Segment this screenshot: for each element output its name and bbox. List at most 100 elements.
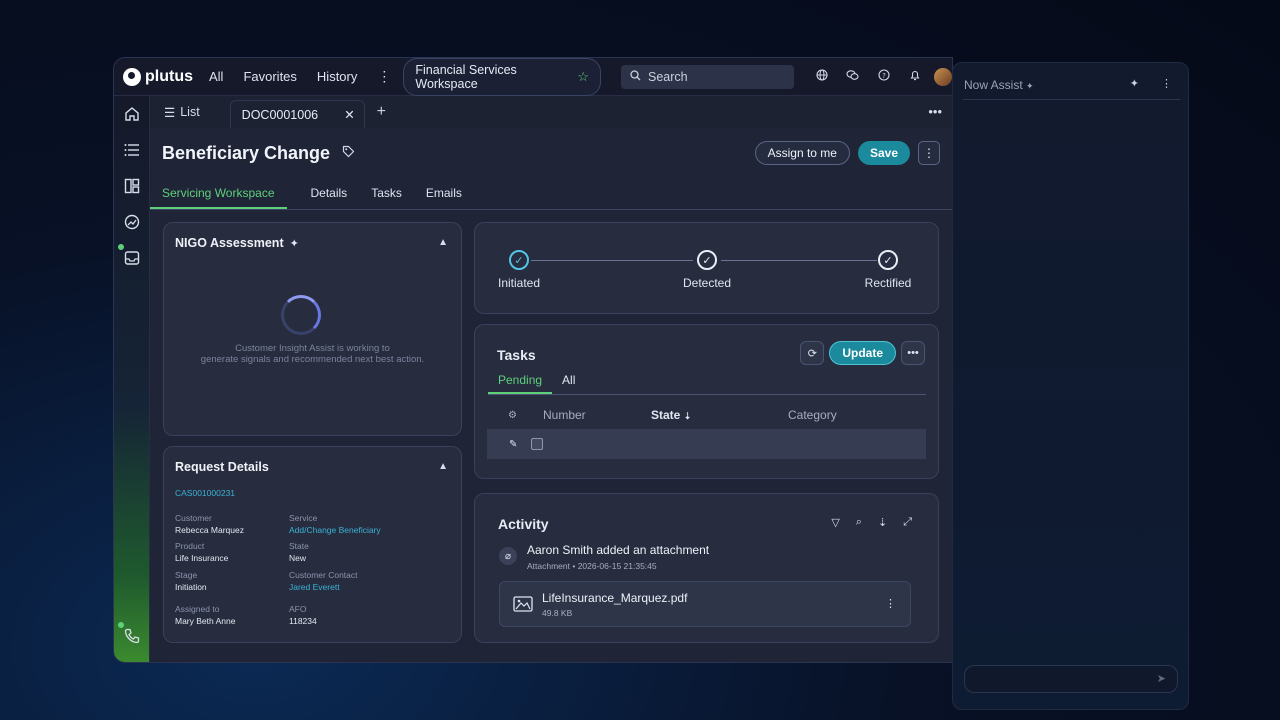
chat-icon[interactable] <box>837 69 868 84</box>
paperclip-icon: ⌀ <box>499 547 517 565</box>
column-state[interactable]: State ⇣ <box>651 408 788 422</box>
nav-favorites[interactable]: Favorites <box>243 69 296 84</box>
record-more-button[interactable]: ⋮ <box>918 141 940 165</box>
main-app-window: plutus All Favorites History ⋮ Financial… <box>113 57 953 663</box>
field-label: AFO <box>289 604 307 614</box>
tab-pending[interactable]: Pending <box>488 373 553 394</box>
field-value: 118234 <box>289 616 317 626</box>
step-initiated: ✓ Initiated <box>496 250 542 290</box>
tab-list[interactable]: ☰ List <box>164 105 200 120</box>
now-assist-title: Now Assist <box>964 78 1023 92</box>
nigo-title: NIGO Assessment <box>175 236 284 250</box>
nigo-status-message: Customer Insight Assist is working to ge… <box>184 343 441 365</box>
case-progress-card: ✓ Initiated ✓ Detected ✓ Rectified <box>474 222 939 314</box>
field-value: Mary Beth Anne <box>175 616 236 626</box>
column-category[interactable]: Category <box>788 408 837 422</box>
tab-servicing-workspace[interactable]: Servicing Workspace <box>150 186 287 209</box>
edit-icon[interactable]: ✎ <box>509 439 517 450</box>
tab-all[interactable]: All <box>552 373 585 394</box>
tab-emails[interactable]: Emails <box>426 186 462 209</box>
save-button[interactable]: Save <box>857 141 910 165</box>
search-placeholder: Search <box>648 69 688 84</box>
tab-details[interactable]: Details <box>311 186 348 209</box>
assign-to-me-button[interactable]: Assign to me <box>754 141 850 165</box>
tasks-more-button[interactable]: ••• <box>901 341 925 365</box>
assist-chat-input[interactable]: ➤ <box>964 665 1178 693</box>
update-button[interactable]: Update <box>829 341 896 365</box>
sort-desc-icon: ⇣ <box>683 411 692 421</box>
field-state: State New <box>289 540 309 564</box>
field-afo: AFO 118234 <box>289 603 317 627</box>
tab-doc[interactable]: DOC0001006 ✕ <box>229 100 365 128</box>
expand-icon[interactable]: ⤢ <box>903 516 912 529</box>
home-icon[interactable] <box>122 104 142 124</box>
collapse-chevron-icon[interactable]: ▲ <box>438 237 448 248</box>
activity-title: Activity <box>498 516 549 532</box>
bell-icon[interactable] <box>899 69 930 84</box>
sparkle-icon: ✦ <box>289 237 299 250</box>
activity-entry-text: Aaron Smith added an attachment <box>527 543 710 557</box>
tab-tasks[interactable]: Tasks <box>371 186 402 209</box>
workspace-name: Financial Services Workspace <box>415 62 517 91</box>
field-assigned-to: Assigned to Mary Beth Anne <box>175 603 235 627</box>
field-value-link[interactable]: Add/Change Beneficiary <box>289 524 381 536</box>
now-assist-panel: Now Assist ✦ ✦ ⋮ ➤ <box>952 62 1189 710</box>
analytics-icon[interactable] <box>122 212 142 232</box>
plutus-logo[interactable]: plutus <box>123 67 193 86</box>
list-icon[interactable] <box>122 140 142 160</box>
user-avatar[interactable] <box>934 67 952 86</box>
send-icon[interactable]: ➤ <box>1157 672 1166 685</box>
image-file-icon <box>513 596 533 616</box>
step-label: Detected <box>682 276 732 290</box>
help-icon[interactable]: ? <box>868 69 899 84</box>
field-label: Customer <box>175 513 212 523</box>
nav-more-icon[interactable]: ⋮ <box>377 68 391 85</box>
field-customer-contact: Customer Contact Jared Everett <box>289 569 358 593</box>
field-product: Product Life Insurance <box>175 540 228 564</box>
field-label: Assigned to <box>175 604 220 614</box>
dashboard-icon[interactable] <box>122 176 142 196</box>
assist-divider <box>963 99 1180 100</box>
progress-connector <box>721 260 877 261</box>
refresh-icon[interactable]: ⟳ <box>800 341 825 365</box>
workspace-selector[interactable]: Financial Services Workspace ☆ <box>403 58 602 96</box>
field-value-link[interactable]: Jared Everett <box>289 581 358 593</box>
favorite-star-icon[interactable]: ☆ <box>577 69 589 85</box>
collapse-chevron-icon[interactable]: ▲ <box>438 461 448 472</box>
request-details-card: Request Details ▲ CAS001000231 Customer … <box>163 446 462 643</box>
assist-more-icon[interactable]: ⋮ <box>1161 77 1172 90</box>
tab-overflow-icon[interactable]: ••• <box>928 104 942 119</box>
step-label: Rectified <box>864 276 912 290</box>
column-number[interactable]: Number <box>543 408 651 422</box>
search-icon <box>630 69 641 84</box>
inbox-icon[interactable] <box>122 248 142 268</box>
row-checkbox[interactable] <box>531 438 544 450</box>
nav-history[interactable]: History <box>317 69 357 84</box>
case-number-link[interactable]: CAS001000231 <box>175 488 235 498</box>
pin-icon[interactable]: ✦ <box>1130 77 1139 90</box>
add-tab-icon[interactable]: + <box>377 103 386 121</box>
column-state-label: State <box>651 408 681 422</box>
field-service: Service Add/Change Beneficiary <box>289 512 381 536</box>
search-icon[interactable]: ⌕ <box>856 516 862 529</box>
attachment-card[interactable]: LifeInsurance_Marquez.pdf 49.8 KB ⋮ <box>499 581 911 627</box>
left-rail <box>114 96 150 662</box>
sort-icon[interactable]: ⇣ <box>878 516 887 529</box>
field-label: Service <box>289 513 318 523</box>
step-rectified: ✓ Rectified <box>862 250 914 290</box>
attachment-more-icon[interactable]: ⋮ <box>885 597 896 610</box>
activity-entry: ⌀ Aaron Smith added an attachment Attach… <box>499 543 709 571</box>
phone-icon[interactable] <box>122 626 142 646</box>
global-search[interactable]: Search <box>621 64 794 89</box>
column-settings-icon[interactable]: ⚙ <box>488 410 543 421</box>
tab-doc-label: DOC0001006 <box>241 107 319 122</box>
brand-name: plutus <box>145 67 193 85</box>
globe-icon[interactable] <box>806 69 837 84</box>
filter-icon[interactable]: ▽ <box>831 516 839 529</box>
field-label: State <box>289 541 309 551</box>
page-title: Beneficiary Change <box>162 142 331 163</box>
tag-icon[interactable] <box>342 145 355 161</box>
field-value: Rebecca Marquez <box>175 525 244 535</box>
nav-all[interactable]: All <box>209 69 223 84</box>
close-icon[interactable]: ✕ <box>344 107 354 122</box>
